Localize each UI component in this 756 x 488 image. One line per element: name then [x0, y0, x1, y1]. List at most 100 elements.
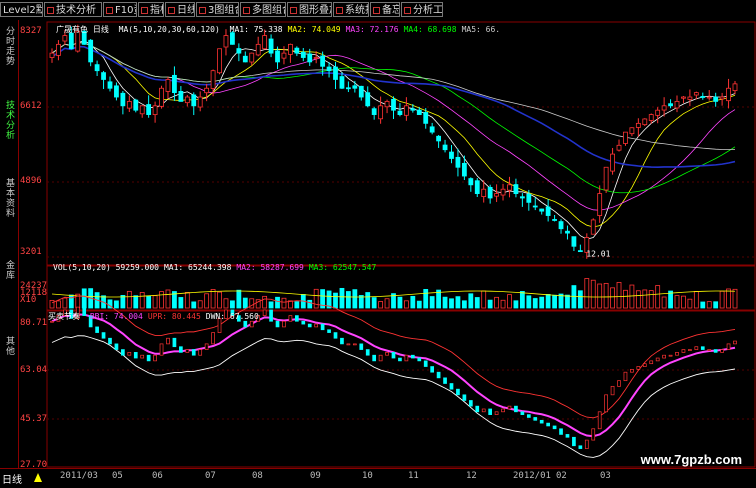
scroll-arrow-icon[interactable] — [34, 473, 42, 482]
indicator-candle — [462, 394, 467, 401]
volume-bar — [133, 295, 139, 309]
ma-legend-item-3: MA3: 72.176 — [345, 25, 399, 34]
volume-bar — [275, 296, 280, 309]
volume-bar — [397, 296, 403, 309]
candle-body — [565, 230, 570, 234]
volume-bar — [507, 294, 512, 309]
toolbar-button-8[interactable]: 系统指标 — [333, 2, 369, 17]
indicator-candle — [282, 320, 286, 328]
candle-body — [300, 51, 306, 58]
volume-bar — [339, 287, 345, 309]
volume-bar — [345, 291, 351, 309]
candle-body — [700, 96, 706, 98]
candle-body — [687, 96, 693, 100]
ma-legend-item-5: MA5: 66. — [461, 25, 501, 34]
indicator-candle — [481, 408, 486, 413]
candle-body — [416, 109, 422, 115]
candle-body — [223, 35, 229, 48]
volume-bar — [81, 288, 87, 309]
sidebar-tab-2[interactable]: 基本资料 — [1, 178, 16, 218]
sidebar-tab-0[interactable]: 分时走势 — [1, 26, 16, 66]
volume-bar — [539, 296, 545, 309]
toolbar-icon — [243, 7, 250, 14]
sidebar-tab-4[interactable]: 其他 — [1, 336, 16, 356]
main-legend: 广晟有色 日线 MA(5,10,20,30,60,120) MA1: 75.33… — [56, 24, 500, 35]
candle-body — [345, 87, 351, 90]
toolbar-icon — [47, 7, 54, 14]
toolbar-button-4[interactable]: 日线 — [165, 2, 195, 17]
toolbar-button-10[interactable]: 分析工具 — [401, 2, 443, 17]
toolbar-button-6[interactable]: 多图组合 — [240, 2, 286, 17]
indicator-candle — [468, 400, 473, 407]
volume-bar — [281, 297, 287, 309]
volume-bar — [416, 300, 422, 309]
indicator-candle — [720, 349, 724, 353]
toolbar-button-3[interactable]: 指标 — [138, 2, 164, 17]
toolbar-icon — [336, 7, 343, 14]
candle-body — [623, 131, 628, 144]
volume-bar — [139, 292, 145, 309]
indicator-candle — [662, 354, 666, 359]
sidebar-tab-3[interactable]: 金库 — [1, 260, 16, 280]
indicator-candle — [591, 428, 596, 441]
indicator-candle — [520, 411, 525, 415]
period-tab[interactable]: 日线 — [2, 471, 22, 486]
volume-bar — [371, 297, 377, 309]
volume-bar — [487, 299, 493, 309]
candle-body — [603, 166, 609, 191]
volume-bar — [294, 301, 300, 309]
volume-bar — [223, 298, 229, 309]
toolbar-button-0[interactable]: Level2默认 — [0, 2, 43, 17]
candle-body — [281, 52, 287, 59]
candle-body — [49, 52, 55, 58]
candle-body — [423, 112, 429, 124]
volume-bar — [713, 301, 719, 309]
volume-bar — [500, 299, 506, 309]
candle-body — [384, 101, 390, 108]
volume-bar — [706, 301, 712, 309]
low-price-annotation: 12.01 — [586, 250, 610, 259]
indicator-label: 63.04 — [20, 365, 48, 375]
sidebar-tab-1[interactable]: 技术分析 — [1, 100, 16, 140]
candle-body — [590, 219, 596, 235]
volume-bar — [165, 289, 171, 309]
candle-body — [197, 96, 203, 108]
volume-bar — [410, 295, 416, 309]
candle-body — [152, 105, 158, 116]
volume-bar — [513, 300, 519, 309]
candle-body — [275, 50, 280, 63]
candle-body — [577, 250, 583, 253]
candle-body — [455, 156, 461, 168]
indicator-candle — [630, 369, 634, 373]
indicator-candle — [372, 354, 377, 362]
volume-bar — [178, 297, 184, 309]
volume-bar — [352, 289, 358, 309]
indicator-candle — [404, 354, 409, 362]
ma-legend-item-2: MA2: 74.049 — [287, 25, 341, 34]
toolbar-button-7[interactable]: 图形叠加 — [287, 2, 332, 17]
indicator-candle — [681, 349, 686, 353]
candle-body — [294, 47, 300, 54]
toolbar-button-5[interactable]: 3图组合 — [196, 2, 239, 17]
indicator-candle — [114, 343, 119, 350]
volume-bar — [268, 301, 274, 309]
toolbar-button-2[interactable]: F10资料 — [103, 2, 137, 17]
volume-bar — [210, 289, 216, 309]
indicator-candle — [694, 346, 699, 350]
volume-bar — [584, 278, 590, 309]
candle-body — [526, 193, 532, 203]
chart-area: 12.01 — [46, 21, 756, 468]
indicator-candle — [385, 352, 389, 356]
indicator-candle — [314, 323, 319, 328]
toolbar-button-9[interactable]: 备忘录 — [370, 2, 400, 17]
candle-body — [204, 87, 210, 94]
volume-bar — [230, 300, 235, 309]
indicator-candle — [514, 405, 518, 413]
candle-body — [178, 91, 184, 102]
toolbar-button-1[interactable]: 技术分析 — [44, 2, 102, 17]
stock-name: 广晟有色 — [56, 25, 88, 34]
price-label: 3201 — [20, 247, 42, 257]
candle-body — [184, 96, 190, 104]
volume-bar — [526, 295, 532, 309]
candle-body — [339, 76, 345, 89]
